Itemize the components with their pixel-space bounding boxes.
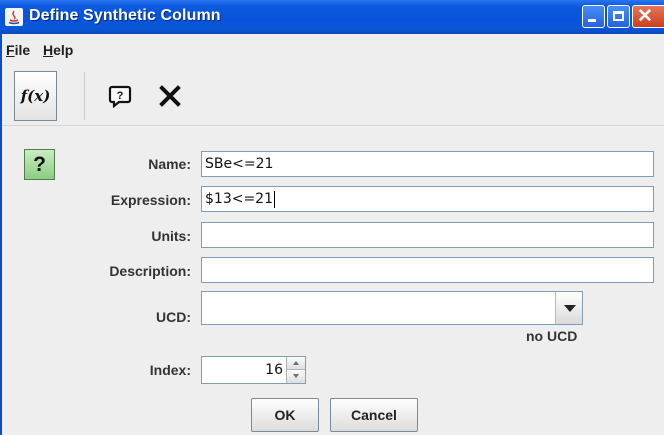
title-bar[interactable]: Define Synthetic Column ✕ bbox=[0, 0, 664, 34]
minimize-icon bbox=[588, 19, 596, 22]
menu-file-mnemonic: F bbox=[6, 42, 15, 58]
ok-button[interactable]: OK bbox=[251, 398, 319, 432]
name-field[interactable]: SBe<=21 bbox=[201, 151, 654, 177]
units-label: Units: bbox=[151, 228, 191, 244]
index-increment-button[interactable] bbox=[286, 357, 305, 370]
chevron-down-icon bbox=[564, 305, 576, 312]
toolbar-separator bbox=[84, 72, 85, 120]
window-title: Define Synthetic Column bbox=[29, 7, 221, 24]
help-glyph: ? bbox=[116, 90, 123, 102]
menu-file-label: ile bbox=[14, 42, 31, 58]
index-spinner[interactable]: 16 bbox=[201, 356, 306, 384]
maximize-button[interactable] bbox=[607, 5, 630, 28]
cancel-button[interactable]: Cancel bbox=[330, 398, 418, 432]
toolbar-close-button[interactable] bbox=[148, 71, 191, 121]
name-value: SBe<=21 bbox=[205, 156, 274, 172]
menu-help-label: elp bbox=[53, 42, 74, 58]
toolbar-help-button[interactable]: ? bbox=[98, 71, 141, 121]
function-help-button[interactable]: f(x) bbox=[14, 71, 57, 121]
close-icon: ✕ bbox=[637, 6, 653, 27]
minimize-button[interactable] bbox=[582, 5, 605, 28]
index-decrement-button[interactable] bbox=[286, 370, 305, 383]
description-label: Description: bbox=[109, 263, 191, 279]
menu-help-mnemonic: H bbox=[43, 42, 54, 58]
ucd-dropdown-button[interactable] bbox=[555, 292, 582, 324]
window-frame bbox=[0, 34, 2, 435]
text-caret bbox=[274, 190, 275, 208]
index-label: Index: bbox=[149, 362, 191, 378]
function-icon: f(x) bbox=[20, 87, 51, 105]
menu-bar: File Help bbox=[2, 34, 664, 64]
expression-value: $13<=21 bbox=[205, 191, 273, 207]
question-icon: ? bbox=[33, 152, 46, 176]
field-help-button[interactable]: ? bbox=[24, 149, 55, 180]
define-synthetic-column-window: Define Synthetic Column ✕ File Help f(x)… bbox=[0, 0, 664, 435]
toolbar-divider bbox=[2, 125, 664, 126]
window-close-button[interactable]: ✕ bbox=[632, 5, 664, 28]
speech-bubble-help-icon: ? bbox=[108, 85, 131, 108]
arrow-down-icon bbox=[293, 374, 299, 378]
maximize-icon bbox=[613, 11, 624, 21]
menu-file[interactable]: File bbox=[6, 42, 30, 58]
units-field[interactable] bbox=[201, 222, 654, 248]
close-x-icon bbox=[158, 85, 181, 107]
ucd-combobox[interactable] bbox=[201, 291, 583, 325]
index-value: 16 bbox=[265, 362, 283, 378]
expression-field[interactable]: $13<=21 bbox=[201, 186, 654, 212]
description-field[interactable] bbox=[201, 257, 654, 283]
arrow-up-icon bbox=[293, 361, 299, 365]
ucd-status: no UCD bbox=[526, 328, 578, 344]
menu-help[interactable]: Help bbox=[43, 42, 73, 58]
ucd-label: UCD: bbox=[156, 309, 191, 325]
java-app-icon bbox=[5, 8, 23, 26]
expression-label: Expression: bbox=[110, 192, 191, 208]
name-label: Name: bbox=[148, 156, 191, 172]
